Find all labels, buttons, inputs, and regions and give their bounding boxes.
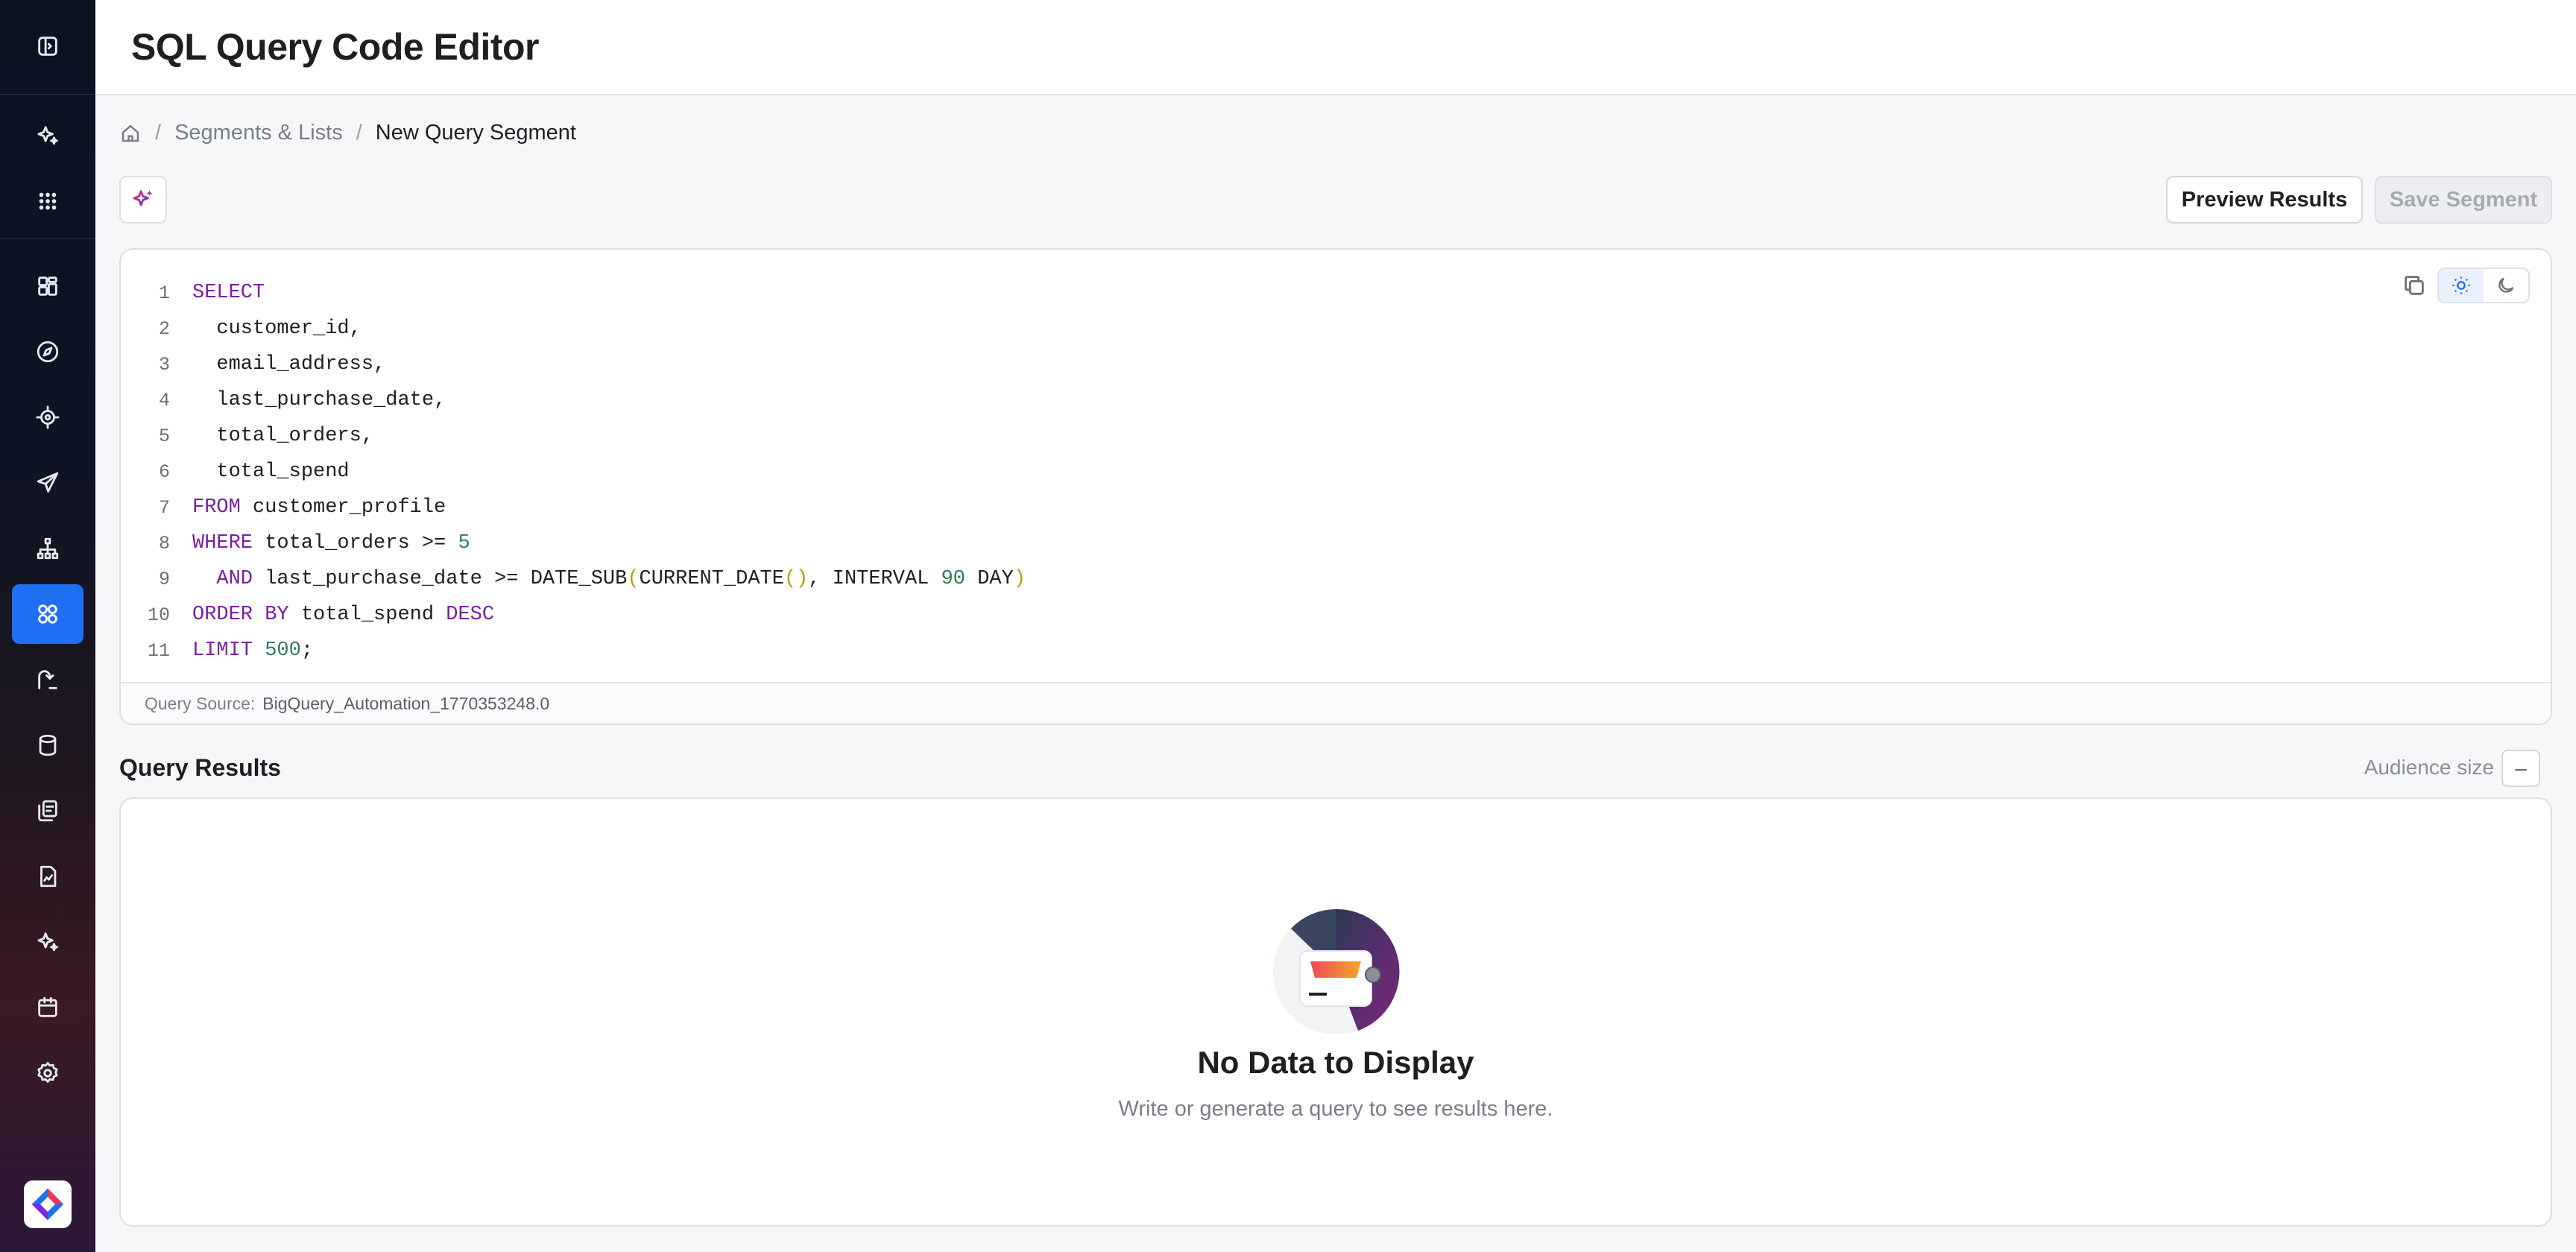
code-text: total_orders, bbox=[216, 425, 374, 447]
dark-theme-button[interactable] bbox=[2484, 269, 2528, 302]
code-text: LIMIT 500; bbox=[192, 639, 314, 662]
moon-icon bbox=[2498, 277, 2514, 293]
sun-icon bbox=[2452, 276, 2470, 294]
page-title: SQL Query Code Editor bbox=[131, 26, 540, 68]
settings-icon[interactable] bbox=[12, 1043, 83, 1103]
line-number: 5 bbox=[158, 425, 170, 447]
audience-size-label: Audience size bbox=[2364, 756, 2494, 779]
sparkle-icon[interactable] bbox=[12, 106, 83, 165]
ai-icon[interactable] bbox=[12, 912, 83, 972]
hierarchy-icon[interactable] bbox=[12, 519, 83, 578]
line-number: 7 bbox=[158, 496, 170, 519]
database-icon[interactable] bbox=[12, 715, 83, 775]
code-text: ORDER BY total_spend DESC bbox=[192, 604, 495, 626]
empty-state-title: No Data to Display bbox=[1197, 1045, 1474, 1080]
code-area[interactable]: 1 SELECT 2 customer_id, 3 email_address,… bbox=[121, 275, 1026, 668]
journey-icon[interactable] bbox=[12, 650, 83, 709]
code-text: last_purchase_date, bbox=[216, 389, 446, 411]
code-text: FROM customer_profile bbox=[192, 496, 446, 519]
query-source-value: BigQuery_Automation_1770353248.0 bbox=[262, 693, 550, 713]
audience-size-value[interactable]: – bbox=[2501, 750, 2540, 787]
code-line: 5 total_orders, bbox=[121, 418, 1026, 454]
brand-logo-icon bbox=[31, 1188, 64, 1221]
code-line: 4 last_purchase_date, bbox=[121, 382, 1026, 418]
code-text: SELECT bbox=[192, 282, 265, 304]
preview-results-button[interactable]: Preview Results bbox=[2166, 176, 2363, 224]
line-number: 8 bbox=[158, 532, 170, 554]
code-line: 10 ORDER BY total_spend DESC bbox=[121, 597, 1026, 633]
line-number: 9 bbox=[158, 568, 170, 590]
line-number: 2 bbox=[158, 317, 170, 340]
panel-toggle-icon[interactable] bbox=[12, 16, 83, 76]
code-text: WHERE total_orders >= 5 bbox=[192, 532, 470, 554]
page-header: SQL Query Code Editor bbox=[95, 0, 2576, 95]
query-results-panel: No Data to Display Write or generate a q… bbox=[119, 797, 2552, 1227]
breadcrumb: / Segments & Lists / New Query Segment bbox=[119, 121, 576, 145]
code-line: 9 AND last_purchase_date >= DATE_SUB(CUR… bbox=[121, 561, 1026, 597]
line-number: 6 bbox=[158, 461, 170, 483]
query-source-bar: Query Source: BigQuery_Automation_177035… bbox=[121, 682, 2551, 724]
line-number: 10 bbox=[147, 604, 170, 626]
code-line: 11 LIMIT 500; bbox=[121, 633, 1026, 668]
apps-grid-icon[interactable] bbox=[12, 171, 83, 231]
query-results-title: Query Results bbox=[119, 754, 281, 781]
editor-tools bbox=[2402, 268, 2530, 303]
code-line: 1 SELECT bbox=[121, 275, 1026, 311]
sparkle-icon bbox=[133, 190, 153, 206]
code-line: 3 email_address, bbox=[121, 347, 1026, 382]
send-icon[interactable] bbox=[12, 453, 83, 513]
copy-icon[interactable] bbox=[2402, 273, 2427, 298]
line-number: 3 bbox=[158, 353, 170, 376]
segments-icon[interactable] bbox=[12, 584, 83, 644]
ai-assist-button[interactable] bbox=[119, 176, 167, 224]
compass-icon[interactable] bbox=[12, 322, 83, 382]
code-text: email_address, bbox=[216, 353, 386, 376]
home-icon[interactable] bbox=[119, 122, 142, 145]
breadcrumb-segments-link[interactable]: Segments & Lists bbox=[174, 121, 343, 145]
save-segment-button[interactable]: Save Segment bbox=[2375, 176, 2552, 224]
sidebar bbox=[0, 0, 95, 1252]
breadcrumb-current: New Query Segment bbox=[375, 121, 576, 145]
empty-state-subtitle: Write or generate a query to see results… bbox=[1118, 1097, 1553, 1121]
brand-logo[interactable] bbox=[24, 1180, 72, 1228]
line-number: 1 bbox=[158, 282, 170, 304]
code-text: AND last_purchase_date >= DATE_SUB(CURRE… bbox=[216, 568, 1026, 590]
sidebar-divider bbox=[0, 94, 95, 95]
sql-code-editor[interactable]: 1 SELECT 2 customer_id, 3 email_address,… bbox=[119, 248, 2552, 725]
query-source-label: Query Source: bbox=[145, 693, 256, 713]
code-line: 6 total_spend bbox=[121, 454, 1026, 490]
breadcrumb-separator: / bbox=[155, 121, 162, 145]
breadcrumb-separator: / bbox=[356, 121, 362, 145]
code-text: customer_id, bbox=[216, 317, 362, 340]
light-theme-button[interactable] bbox=[2439, 269, 2484, 302]
library-icon[interactable] bbox=[12, 781, 83, 841]
code-line: 7 FROM customer_profile bbox=[121, 490, 1026, 525]
code-line: 2 customer_id, bbox=[121, 311, 1026, 347]
code-line: 8 WHERE total_orders >= 5 bbox=[121, 525, 1026, 561]
code-text: total_spend bbox=[216, 461, 350, 483]
report-icon[interactable] bbox=[12, 847, 83, 906]
line-number: 4 bbox=[158, 389, 170, 411]
empty-state-illustration bbox=[1261, 908, 1410, 1042]
target-icon[interactable] bbox=[12, 388, 83, 447]
calendar-icon[interactable] bbox=[12, 978, 83, 1037]
theme-toggle[interactable] bbox=[2437, 268, 2530, 303]
sidebar-divider bbox=[0, 238, 95, 239]
line-number: 11 bbox=[147, 639, 170, 662]
dashboard-icon[interactable] bbox=[12, 256, 83, 316]
